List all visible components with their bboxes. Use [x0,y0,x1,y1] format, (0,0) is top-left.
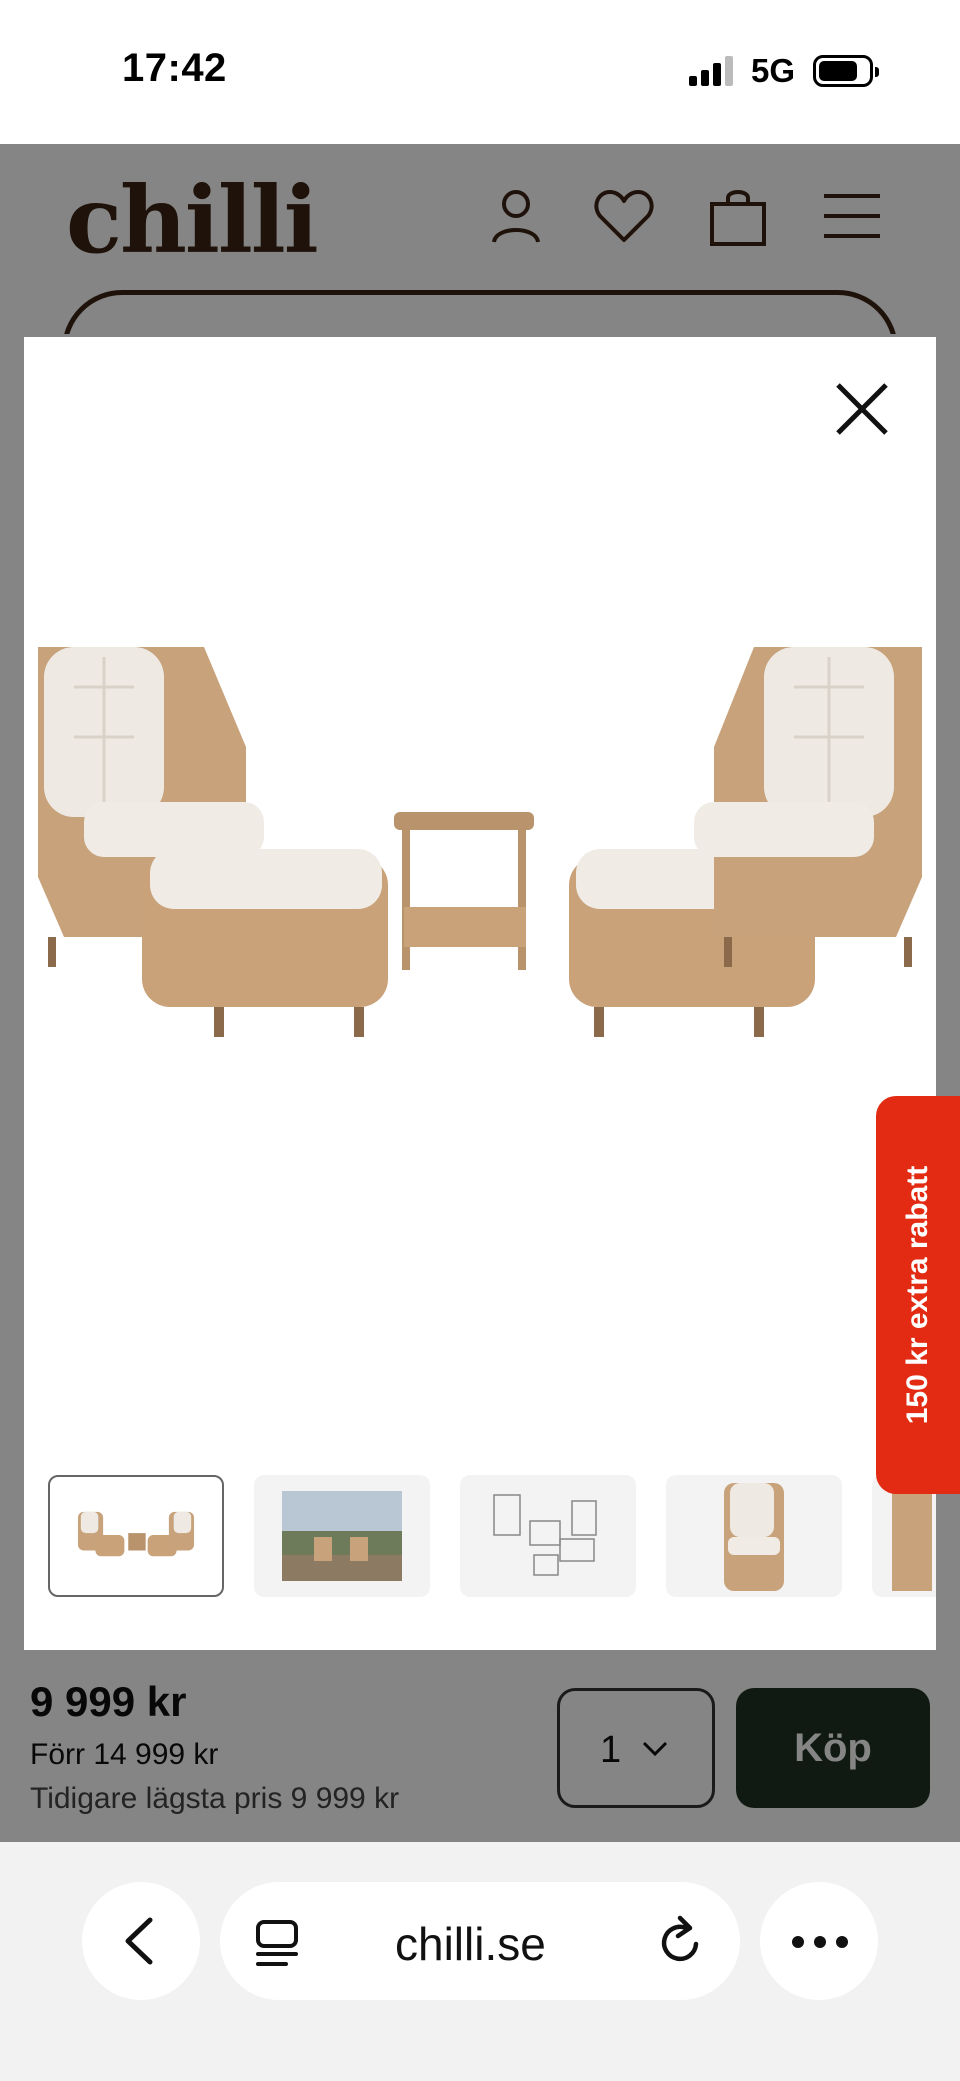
more-button[interactable] [760,1882,878,2000]
promo-label: 150 kr extra rabatt [901,1165,934,1425]
promo-tab[interactable]: 150 kr extra rabatt [876,1096,960,1494]
browser-toolbar: chilli.se [0,1842,960,2081]
thumb-product-set[interactable] [48,1475,224,1597]
side-table [394,812,534,970]
image-gallery-modal [24,337,936,1650]
left-ottoman [142,849,388,1037]
thumb-dimension-drawing[interactable] [460,1475,636,1597]
reload-icon[interactable] [656,1914,706,1968]
back-icon [125,1917,153,1965]
thumb-lifestyle-photo[interactable] [254,1475,430,1597]
address-bar[interactable]: chilli.se [220,1882,740,2000]
product-main-image[interactable] [24,637,936,1197]
network-label: 5G [751,52,796,89]
signal-icon [689,56,735,86]
right-armchair [694,647,922,967]
url-text: chilli.se [395,1918,546,1970]
status-time: 17:42 [122,46,227,90]
thumbnail-strip [48,1475,936,1601]
status-bar: 17:42 5G [0,0,960,144]
thumb-single-chair[interactable] [666,1475,842,1597]
reader-icon[interactable] [254,1918,300,1968]
more-icon [792,1936,848,1948]
close-icon[interactable] [830,377,894,441]
battery-icon [813,55,879,87]
back-button[interactable] [82,1882,200,2000]
